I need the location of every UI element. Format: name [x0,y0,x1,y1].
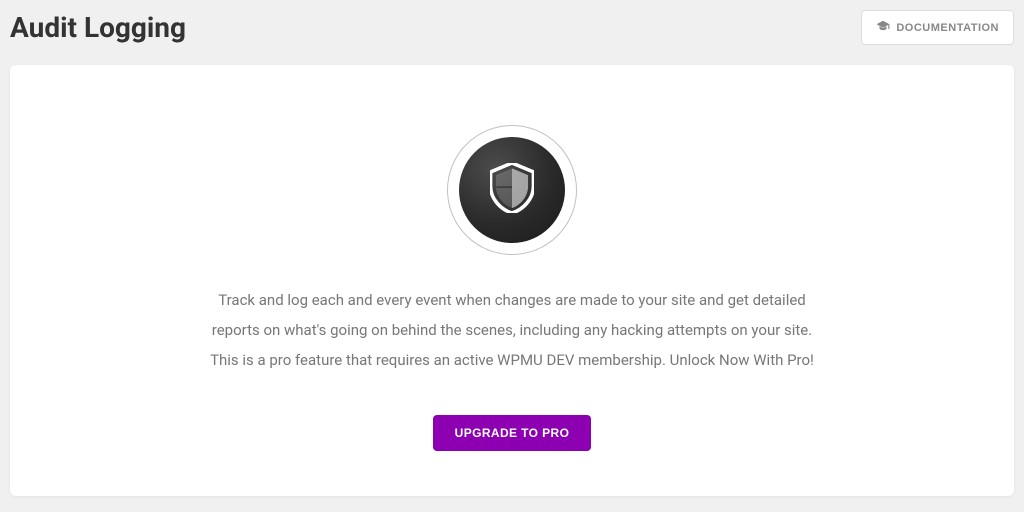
shield-icon [490,163,534,217]
documentation-button[interactable]: DOCUMENTATION [861,10,1014,45]
shield-icon-circle [459,137,565,243]
shield-icon-ring [447,125,577,255]
page-header: Audit Logging DOCUMENTATION [0,0,1024,65]
page-title: Audit Logging [10,11,186,44]
feature-card: Track and log each and every event when … [10,65,1014,496]
upgrade-to-pro-button[interactable]: UPGRADE TO PRO [433,415,592,451]
graduation-cap-icon [876,19,890,36]
documentation-button-label: DOCUMENTATION [896,22,999,34]
feature-description: Track and log each and every event when … [202,285,822,375]
